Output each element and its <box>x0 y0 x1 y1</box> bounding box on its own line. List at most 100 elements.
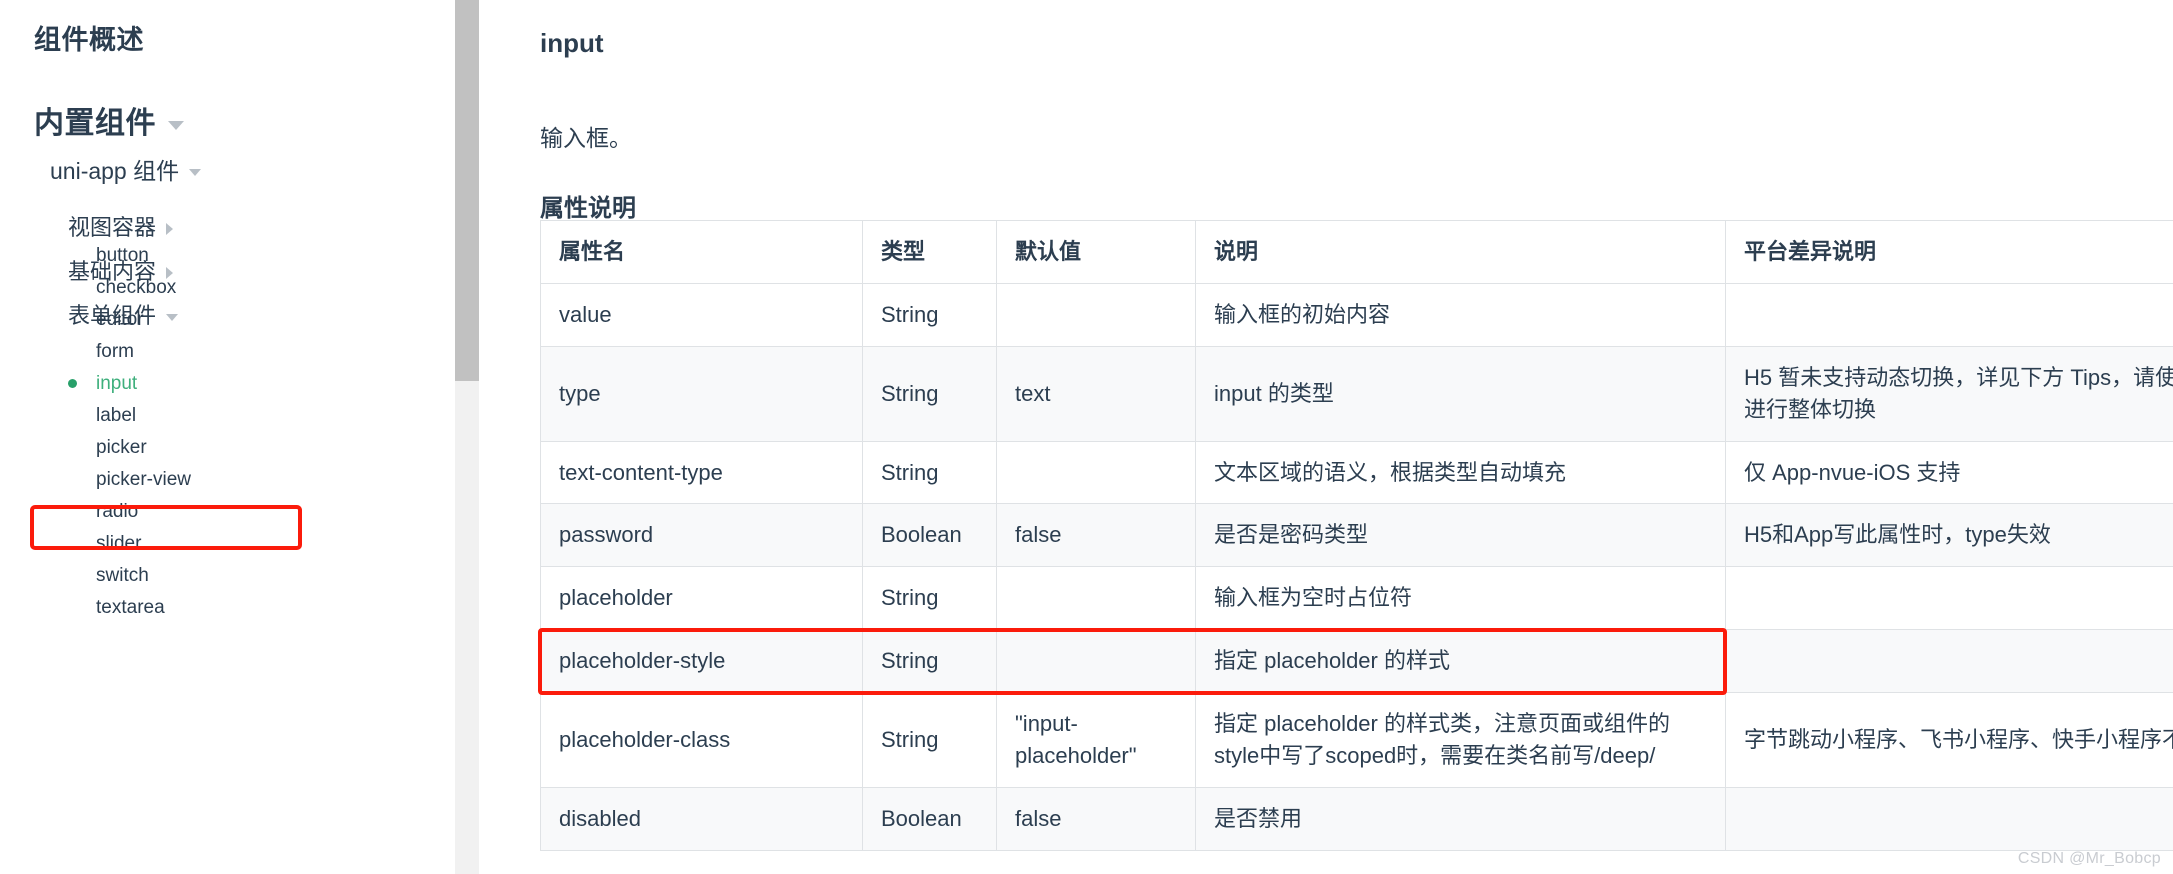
table-header-row: 属性名 类型 默认值 说明 平台差异说明 <box>540 220 2173 284</box>
page-title: input <box>540 28 604 59</box>
sidebar-item-radio[interactable]: radio <box>96 502 138 521</box>
cell-desc: input 的类型 <box>1195 345 1726 442</box>
cell-type: String <box>862 282 997 347</box>
sidebar-item-picker-view[interactable]: picker-view <box>96 470 191 489</box>
sidebar-item-label: button <box>96 245 149 266</box>
cell-desc: 文本区域的语义，根据类型自动填充 <box>1195 440 1726 505</box>
sidebar-item-editor[interactable]: editor <box>96 310 144 329</box>
sidebar-heading-overview[interactable]: 组件概述 <box>34 18 144 57</box>
cell-platform: H5和App写此属性时，type失效 <box>1725 503 2173 568</box>
table-row: placeholder String 输入框为空时占位符 <box>540 566 2173 631</box>
table-head: 属性名 类型 默认值 说明 平台差异说明 <box>540 220 2173 284</box>
table-row: placeholder-class String "input-placeholde… <box>540 692 2173 788</box>
cell-default <box>996 440 1196 505</box>
sidebar-item-button[interactable]: button <box>96 246 149 265</box>
cell-platform: 字节跳动小程序、飞书小程序、快手小程序不支持 <box>1725 692 2173 788</box>
chevron-down-icon <box>166 313 179 321</box>
cell-name: placeholder-style <box>540 629 863 694</box>
cell-default <box>996 282 1196 347</box>
table-row: type String text input 的类型 H5 暂未支持动态切换，详见下方 … <box>540 345 2173 442</box>
table-row: password Boolean false 是否是密码类型 H5和App写此属性时，t… <box>540 503 2173 568</box>
sidebar-item-label: form <box>96 341 134 362</box>
sidebar-item-label: switch <box>96 565 149 586</box>
cell-name: password <box>540 503 863 568</box>
sidebar-item-switch[interactable]: switch <box>96 566 149 585</box>
cell-type: String <box>862 692 997 788</box>
sidebar-item-label: input <box>96 373 138 394</box>
cell-default: false <box>996 503 1196 568</box>
table-row: value String 输入框的初始内容 <box>540 282 2173 347</box>
sidebar-item-label: picker-view <box>96 469 192 490</box>
sidebar-heading-builtin-label: 内置组件 <box>34 107 156 140</box>
sidebar-item-label: picker <box>96 437 147 458</box>
col-header-platform: 平台差异说明 <box>1725 220 2173 284</box>
main-content: input 输入框。 属性说明 属性名 类型 默认值 说明 平台差异说明 val… <box>480 0 2173 874</box>
col-header-type: 类型 <box>862 220 997 284</box>
cell-platform <box>1725 566 2173 631</box>
sidebar-annotation-box <box>30 505 302 550</box>
sidebar-item-label: textarea <box>96 597 165 618</box>
table-row: text-content-type String 文本区域的语义，根据类型自动填充仅… <box>540 440 2173 505</box>
cell-desc: 输入框的初始内容 <box>1195 282 1726 347</box>
sidebar-item-label[interactable]: label <box>96 406 136 425</box>
cell-default: text <box>996 345 1196 442</box>
sidebar-group-uni-app-label: uni-app 组件 <box>50 158 180 184</box>
sidebar-item-checkbox[interactable]: checkbox <box>96 278 176 297</box>
cell-type: String <box>862 345 997 442</box>
cell-type: String <box>862 566 997 631</box>
cell-desc: 输入框为空时占位符 <box>1195 566 1726 631</box>
sidebar-group-uni-app[interactable]: uni-app 组件 <box>50 158 202 184</box>
cell-name: text-content-type <box>540 440 863 505</box>
cell-desc: 指定 placeholder 的样式类，注意页面或组件的style中写了scop… <box>1195 692 1726 788</box>
col-header-desc: 说明 <box>1195 220 1726 284</box>
cell-desc: 指定 placeholder 的样式 <box>1195 629 1726 694</box>
cell-name: placeholder-class <box>540 692 863 788</box>
chevron-down-icon <box>189 169 202 177</box>
sidebar-item-textarea[interactable]: textarea <box>96 598 165 617</box>
sidebar-group-view-container[interactable]: 视图容器 <box>68 215 174 240</box>
active-bullet-icon <box>68 379 77 388</box>
cell-platform <box>1725 786 2173 851</box>
cell-name: type <box>540 345 863 442</box>
cell-default: false <box>996 786 1196 851</box>
cell-name: value <box>540 282 863 347</box>
cell-platform: 仅 App-nvue-iOS 支持 <box>1725 440 2173 505</box>
sidebar-item-slider[interactable]: slider <box>96 534 141 553</box>
cell-desc: 是否是密码类型 <box>1195 503 1726 568</box>
cell-type: String <box>862 629 997 694</box>
cell-type: String <box>862 440 997 505</box>
table-row: disabled Boolean false 是否禁用 <box>540 786 2173 851</box>
watermark: CSDN @Mr_Bobcp <box>2017 850 2161 867</box>
sidebar-group-view-container-label: 视图容器 <box>68 215 157 240</box>
table-body: value String 输入框的初始内容 type String text input 的… <box>540 282 2173 851</box>
cell-desc: 是否禁用 <box>1195 786 1726 851</box>
cell-type: Boolean <box>862 503 997 568</box>
chevron-down-icon <box>168 120 184 130</box>
table-row: placeholder-style String 指定 placeholder 的样… <box>540 629 2173 694</box>
cell-platform: H5 暂未支持动态切换，详见下方 Tips，请使用 v-if 进行整体切换 <box>1725 345 2173 442</box>
cell-default: "input-placeholder" <box>996 692 1196 788</box>
sidebar-item-picker[interactable]: picker <box>96 438 147 457</box>
chevron-right-icon <box>166 223 174 236</box>
properties-table: 属性名 类型 默认值 说明 平台差异说明 value String 输入框的初始内容… <box>540 220 2173 851</box>
sidebar-item-form[interactable]: form <box>96 342 134 361</box>
cell-default <box>996 629 1196 694</box>
cell-name: placeholder <box>540 566 863 631</box>
sidebar-item-label: editor <box>96 309 144 330</box>
sidebar-item-label: slider <box>96 533 142 554</box>
section-title: 属性说明 <box>540 194 636 222</box>
col-header-name: 属性名 <box>540 220 863 284</box>
cell-platform <box>1725 282 2173 347</box>
page-root: 组件概述 内置组件 uni-app 组件 视图容器 基础内容 表单组件 butt… <box>0 0 2173 874</box>
sidebar-nav: 组件概述 内置组件 uni-app 组件 视图容器 基础内容 表单组件 butt… <box>0 0 455 874</box>
sidebar-item-input[interactable]: input <box>68 373 138 394</box>
sidebar-scrollbar-thumb[interactable] <box>455 0 479 381</box>
cell-platform <box>1725 629 2173 694</box>
sidebar-item-label: label <box>96 405 137 426</box>
col-header-default: 默认值 <box>996 220 1196 284</box>
sidebar-heading-builtin[interactable]: 内置组件 <box>34 98 184 142</box>
cell-type: Boolean <box>862 786 997 851</box>
intro-text: 输入框。 <box>540 125 632 151</box>
cell-default <box>996 566 1196 631</box>
sidebar-item-label: radio <box>96 501 139 522</box>
